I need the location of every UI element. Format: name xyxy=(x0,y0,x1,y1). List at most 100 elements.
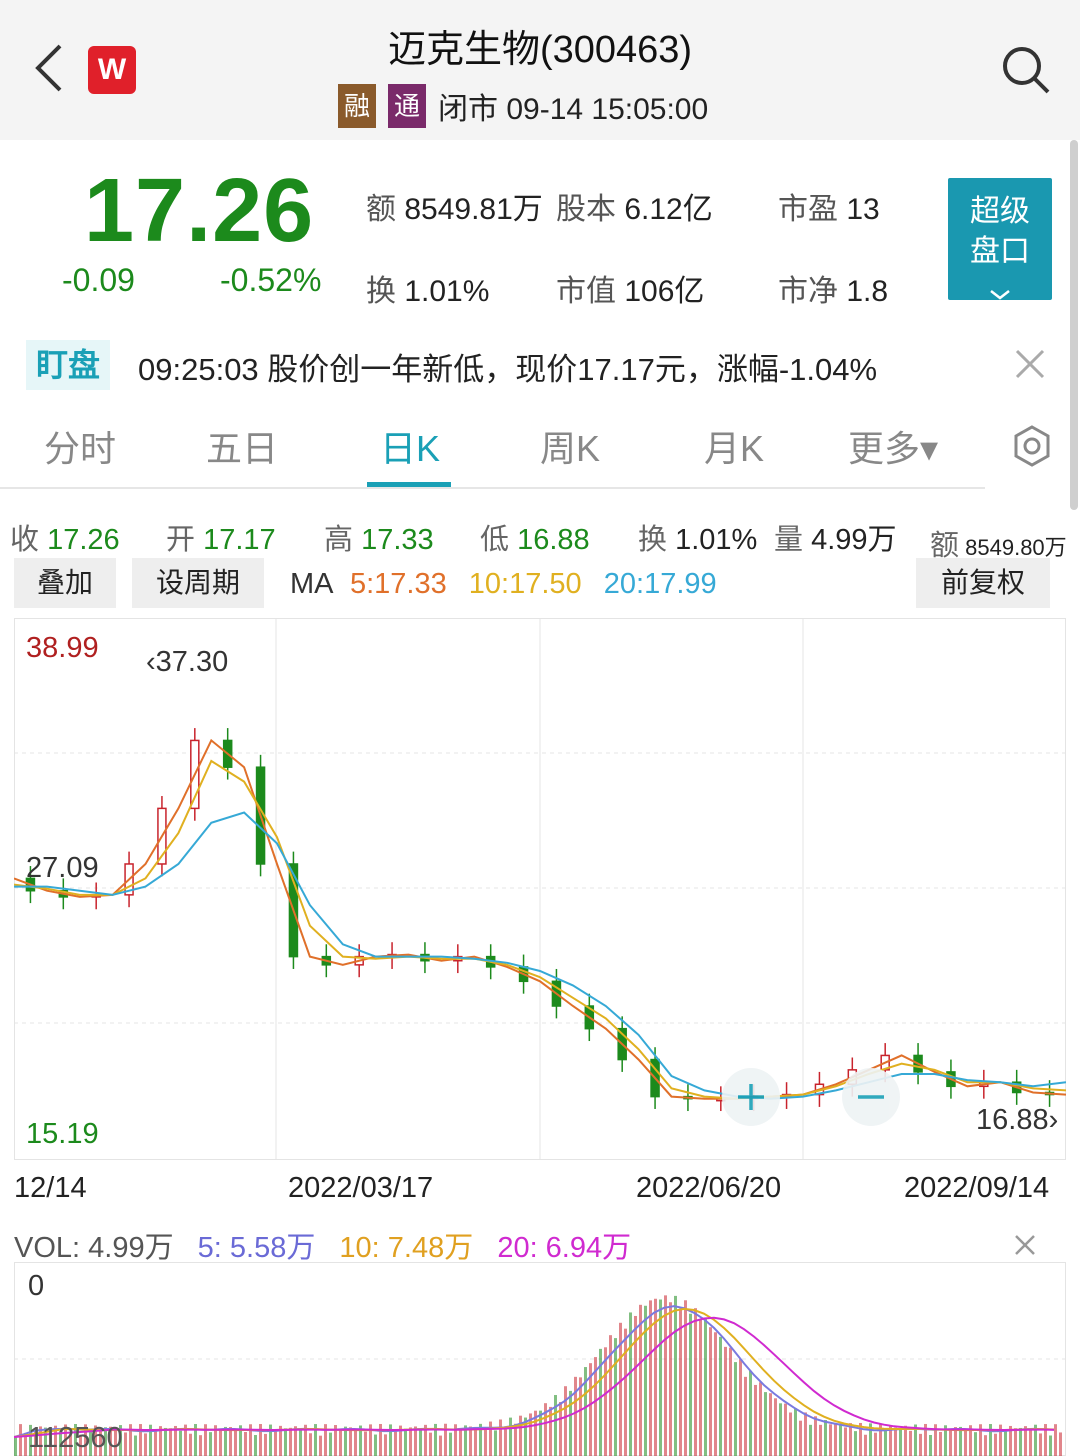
overlay-button[interactable]: 叠加 xyxy=(14,558,116,608)
capital-stat: 股本 6.12亿 xyxy=(556,193,713,226)
search-icon[interactable] xyxy=(1000,44,1052,96)
volume-bar xyxy=(669,1302,672,1456)
plus-icon xyxy=(738,1084,764,1110)
volume-bar xyxy=(539,1410,542,1456)
volume-bar xyxy=(839,1423,842,1456)
tab-more[interactable]: 更多▾ xyxy=(848,420,938,472)
margin-tag: 融 xyxy=(338,84,376,128)
volume-bar xyxy=(854,1431,857,1456)
chart-tabs: 分时 五日 日K 周K 月K 更多▾ xyxy=(0,410,1080,490)
page-title: 迈克生物(300463) xyxy=(387,29,693,71)
volume-bar xyxy=(779,1403,782,1456)
kline-chart[interactable] xyxy=(14,618,1066,1160)
volume-bar xyxy=(384,1434,387,1456)
market-status: 融 通 闭市 09-14 15:05:00 xyxy=(338,84,708,128)
volume-bar xyxy=(519,1415,522,1456)
volume-bar xyxy=(134,1435,137,1456)
volume-bar xyxy=(199,1435,202,1456)
tab-divider xyxy=(0,487,985,489)
gear-icon[interactable] xyxy=(1010,424,1054,468)
volume-bar xyxy=(984,1435,987,1456)
volume-bar xyxy=(274,1430,277,1456)
vol20-value: 20: 6.94万 xyxy=(497,1232,632,1264)
volume-bar xyxy=(459,1429,462,1456)
volume-bar xyxy=(664,1295,667,1456)
ma20-value: 20:17.99 xyxy=(603,568,717,600)
volume-bar xyxy=(439,1435,442,1456)
volume-bar xyxy=(1019,1427,1022,1456)
super-order-book-button[interactable]: 超级 盘口 xyxy=(948,178,1052,300)
tab-weekly-k[interactable]: 周K xyxy=(540,420,600,472)
adjust-button[interactable]: 前复权 xyxy=(916,558,1050,608)
volume-bar xyxy=(1039,1433,1042,1456)
volume-bar xyxy=(264,1433,267,1456)
tab-daily-k[interactable]: 日K xyxy=(380,420,440,472)
alert-text: 09:25:03 股价创一年新低，现价17.17元，涨幅-1.04% xyxy=(138,352,878,387)
volume-bar xyxy=(894,1427,897,1456)
high-annotation: ‹37.30 xyxy=(146,646,229,678)
vol-bottom-label: 112560 xyxy=(28,1422,123,1454)
mid-annotation: 27.09 xyxy=(26,852,99,884)
mcap-stat: 市值 106亿 xyxy=(556,275,705,308)
volume-bar xyxy=(139,1424,142,1456)
low-annotation: 16.88› xyxy=(976,1104,1059,1136)
tab-intraday[interactable]: 分时 xyxy=(44,420,116,472)
volume-bar xyxy=(554,1395,557,1456)
x-label-3: 2022/09/14 xyxy=(904,1172,1050,1204)
x-label-2: 2022/06/20 xyxy=(636,1172,782,1204)
y-min-label: 15.19 xyxy=(26,1118,99,1150)
volume-bar xyxy=(144,1433,147,1456)
price-change: -0.09 xyxy=(62,262,135,298)
tab-monthly-k[interactable]: 月K xyxy=(704,420,764,472)
watch-alert[interactable]: 盯盘 09:25:03 股价创一年新低，现价17.17元，涨幅-1.04% xyxy=(0,334,1080,398)
y-max-label: 38.99 xyxy=(26,632,99,664)
volume-bar xyxy=(494,1430,497,1456)
volume-bar xyxy=(774,1398,777,1456)
volume-bar xyxy=(1029,1430,1032,1456)
ma5-value: 5:17.33 xyxy=(349,568,447,600)
close-volume-icon[interactable] xyxy=(1014,1234,1036,1256)
volume-bar xyxy=(634,1315,637,1456)
vol5-value: 5: 5.58万 xyxy=(197,1232,316,1264)
volume-bar xyxy=(364,1431,367,1456)
ma-label: MA xyxy=(290,568,332,600)
volume-bar xyxy=(824,1420,827,1456)
volume-bar xyxy=(764,1392,767,1456)
volume-chart[interactable] xyxy=(14,1262,1066,1456)
volume-bar xyxy=(234,1429,237,1456)
zoom-out-button[interactable] xyxy=(842,1068,900,1126)
set-period-button[interactable]: 设周期 xyxy=(132,558,264,608)
volume-bar xyxy=(794,1408,797,1456)
volume-bar xyxy=(569,1390,572,1456)
volume-bar xyxy=(604,1347,607,1456)
volume-bar xyxy=(814,1416,817,1456)
volume-bar xyxy=(624,1328,627,1456)
volume-bar xyxy=(329,1432,332,1456)
volume-bar xyxy=(899,1428,902,1456)
volume-bar xyxy=(124,1432,127,1456)
volume-bar xyxy=(409,1427,412,1456)
volume-bar xyxy=(429,1432,432,1456)
connect-tag: 通 xyxy=(388,84,426,128)
volume-bar xyxy=(644,1305,647,1456)
volume-bar xyxy=(704,1319,707,1456)
volume-bar xyxy=(504,1429,507,1456)
close-icon[interactable] xyxy=(1014,348,1046,380)
top-bar: W 迈克生物(300463) 融 通 闭市 09-14 15:05:00 xyxy=(0,0,1080,140)
vol-legend: VOL: 4.99万 5: 5.58万 10: 7.48万 20: 6.94万 xyxy=(14,1224,631,1266)
volume-bar xyxy=(414,1426,417,1456)
high-value: 高 17.33 xyxy=(324,524,434,556)
volume-bar xyxy=(469,1426,472,1456)
volume-bar xyxy=(994,1433,997,1456)
tab-five-day[interactable]: 五日 xyxy=(206,420,278,472)
volume-bar xyxy=(289,1427,292,1456)
volume-bar xyxy=(339,1429,342,1456)
zoom-in-button[interactable] xyxy=(722,1068,780,1126)
volume-bar xyxy=(349,1427,352,1456)
volume-bar xyxy=(219,1429,222,1456)
volume-bar xyxy=(574,1376,577,1456)
x-label-1: 2022/03/17 xyxy=(288,1172,434,1204)
volume-bar xyxy=(689,1313,692,1456)
volume-bar xyxy=(489,1421,492,1456)
pe-stat: 市盈 13 xyxy=(778,193,880,226)
